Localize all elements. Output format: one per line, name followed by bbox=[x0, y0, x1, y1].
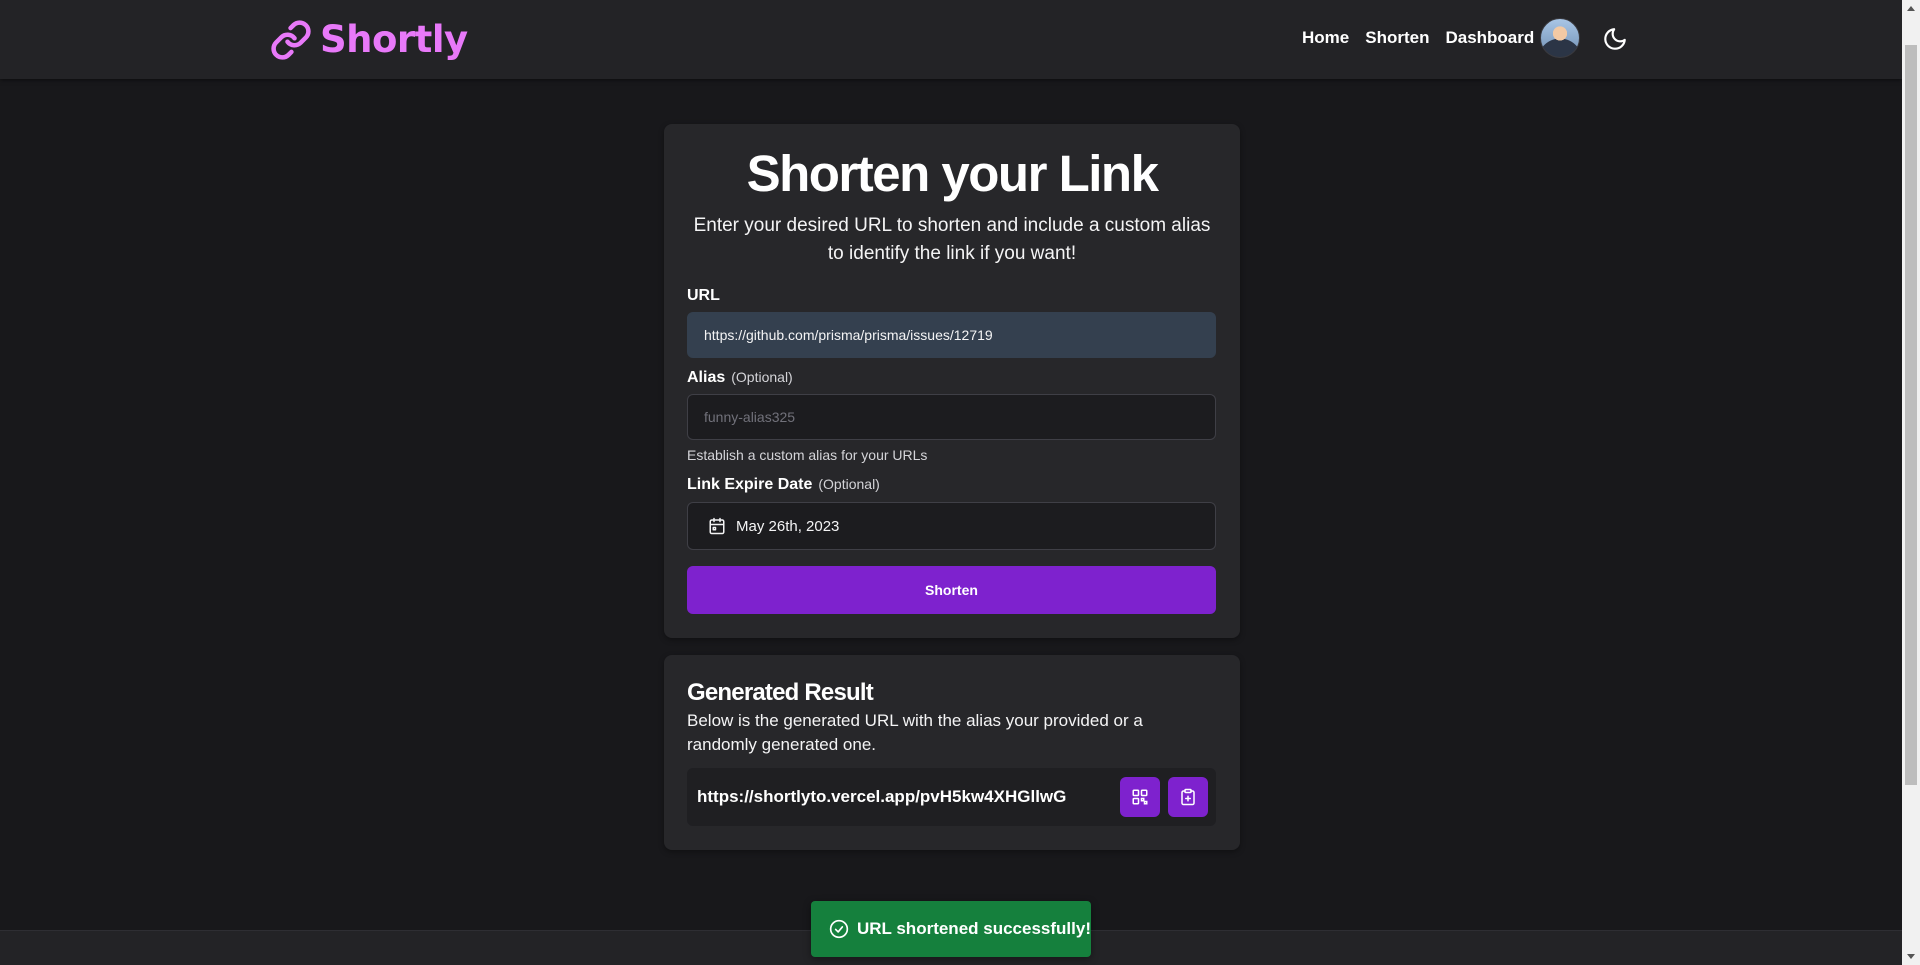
calendar-icon bbox=[709, 517, 725, 535]
toast-message: URL shortened successfully! bbox=[857, 919, 1091, 938]
alias-optional-tag: (Optional) bbox=[731, 369, 793, 385]
result-card: Generated Result Below is the generated … bbox=[664, 655, 1240, 850]
scrollbar[interactable] bbox=[1902, 0, 1920, 965]
check-circle-icon bbox=[829, 919, 849, 939]
brand-logo[interactable]: Shortly bbox=[270, 18, 468, 61]
expire-date-picker[interactable]: May 26th, 2023 bbox=[687, 502, 1216, 550]
moon-icon[interactable] bbox=[1602, 26, 1628, 52]
expire-date-value: May 26th, 2023 bbox=[736, 517, 840, 535]
qr-code-icon bbox=[1132, 789, 1148, 805]
success-toast: URL shortened successfully! bbox=[811, 901, 1091, 957]
nav-shorten[interactable]: Shorten bbox=[1365, 28, 1429, 48]
clipboard-icon bbox=[1181, 788, 1195, 806]
result-url-box: https://shortlyto.vercel.app/pvH5kw4XHGl… bbox=[687, 768, 1216, 826]
link-icon bbox=[271, 19, 311, 60]
brand-name: Shortly bbox=[320, 18, 468, 61]
main-nav: Home Shorten Dashboard bbox=[1302, 28, 1534, 48]
expire-optional-tag: (Optional) bbox=[818, 476, 880, 492]
alias-helper-text: Establish a custom alias for your URLs bbox=[687, 447, 928, 463]
url-input[interactable] bbox=[687, 312, 1216, 358]
user-avatar[interactable] bbox=[1540, 18, 1580, 58]
scroll-down-arrow[interactable] bbox=[1907, 954, 1915, 959]
scroll-up-arrow[interactable] bbox=[1907, 6, 1915, 11]
page-subtitle: Enter your desired URL to shorten and in… bbox=[693, 215, 1211, 264]
top-navbar: Shortly Home Shorten Dashboard bbox=[0, 0, 1902, 79]
result-subtitle: Below is the generated URL with the alia… bbox=[687, 711, 1143, 754]
copy-button[interactable] bbox=[1168, 777, 1208, 817]
page-title: Shorten your Link bbox=[746, 145, 1159, 202]
result-title: Generated Result bbox=[687, 679, 874, 706]
expire-date-label: Link Expire Date (Optional) bbox=[687, 476, 880, 493]
shorten-form-card: Shorten your Link Enter your desired URL… bbox=[664, 124, 1240, 638]
qr-code-button[interactable] bbox=[1120, 777, 1160, 817]
nav-home[interactable]: Home bbox=[1302, 28, 1349, 48]
scrollbar-thumb[interactable] bbox=[1905, 45, 1917, 785]
alias-label: Alias (Optional) bbox=[687, 369, 793, 386]
generated-url[interactable]: https://shortlyto.vercel.app/pvH5kw4XHGl… bbox=[697, 787, 1120, 807]
alias-input[interactable] bbox=[687, 394, 1216, 440]
shorten-button[interactable]: Shorten bbox=[687, 566, 1216, 614]
nav-dashboard[interactable]: Dashboard bbox=[1445, 28, 1534, 48]
url-label: URL bbox=[687, 287, 720, 304]
